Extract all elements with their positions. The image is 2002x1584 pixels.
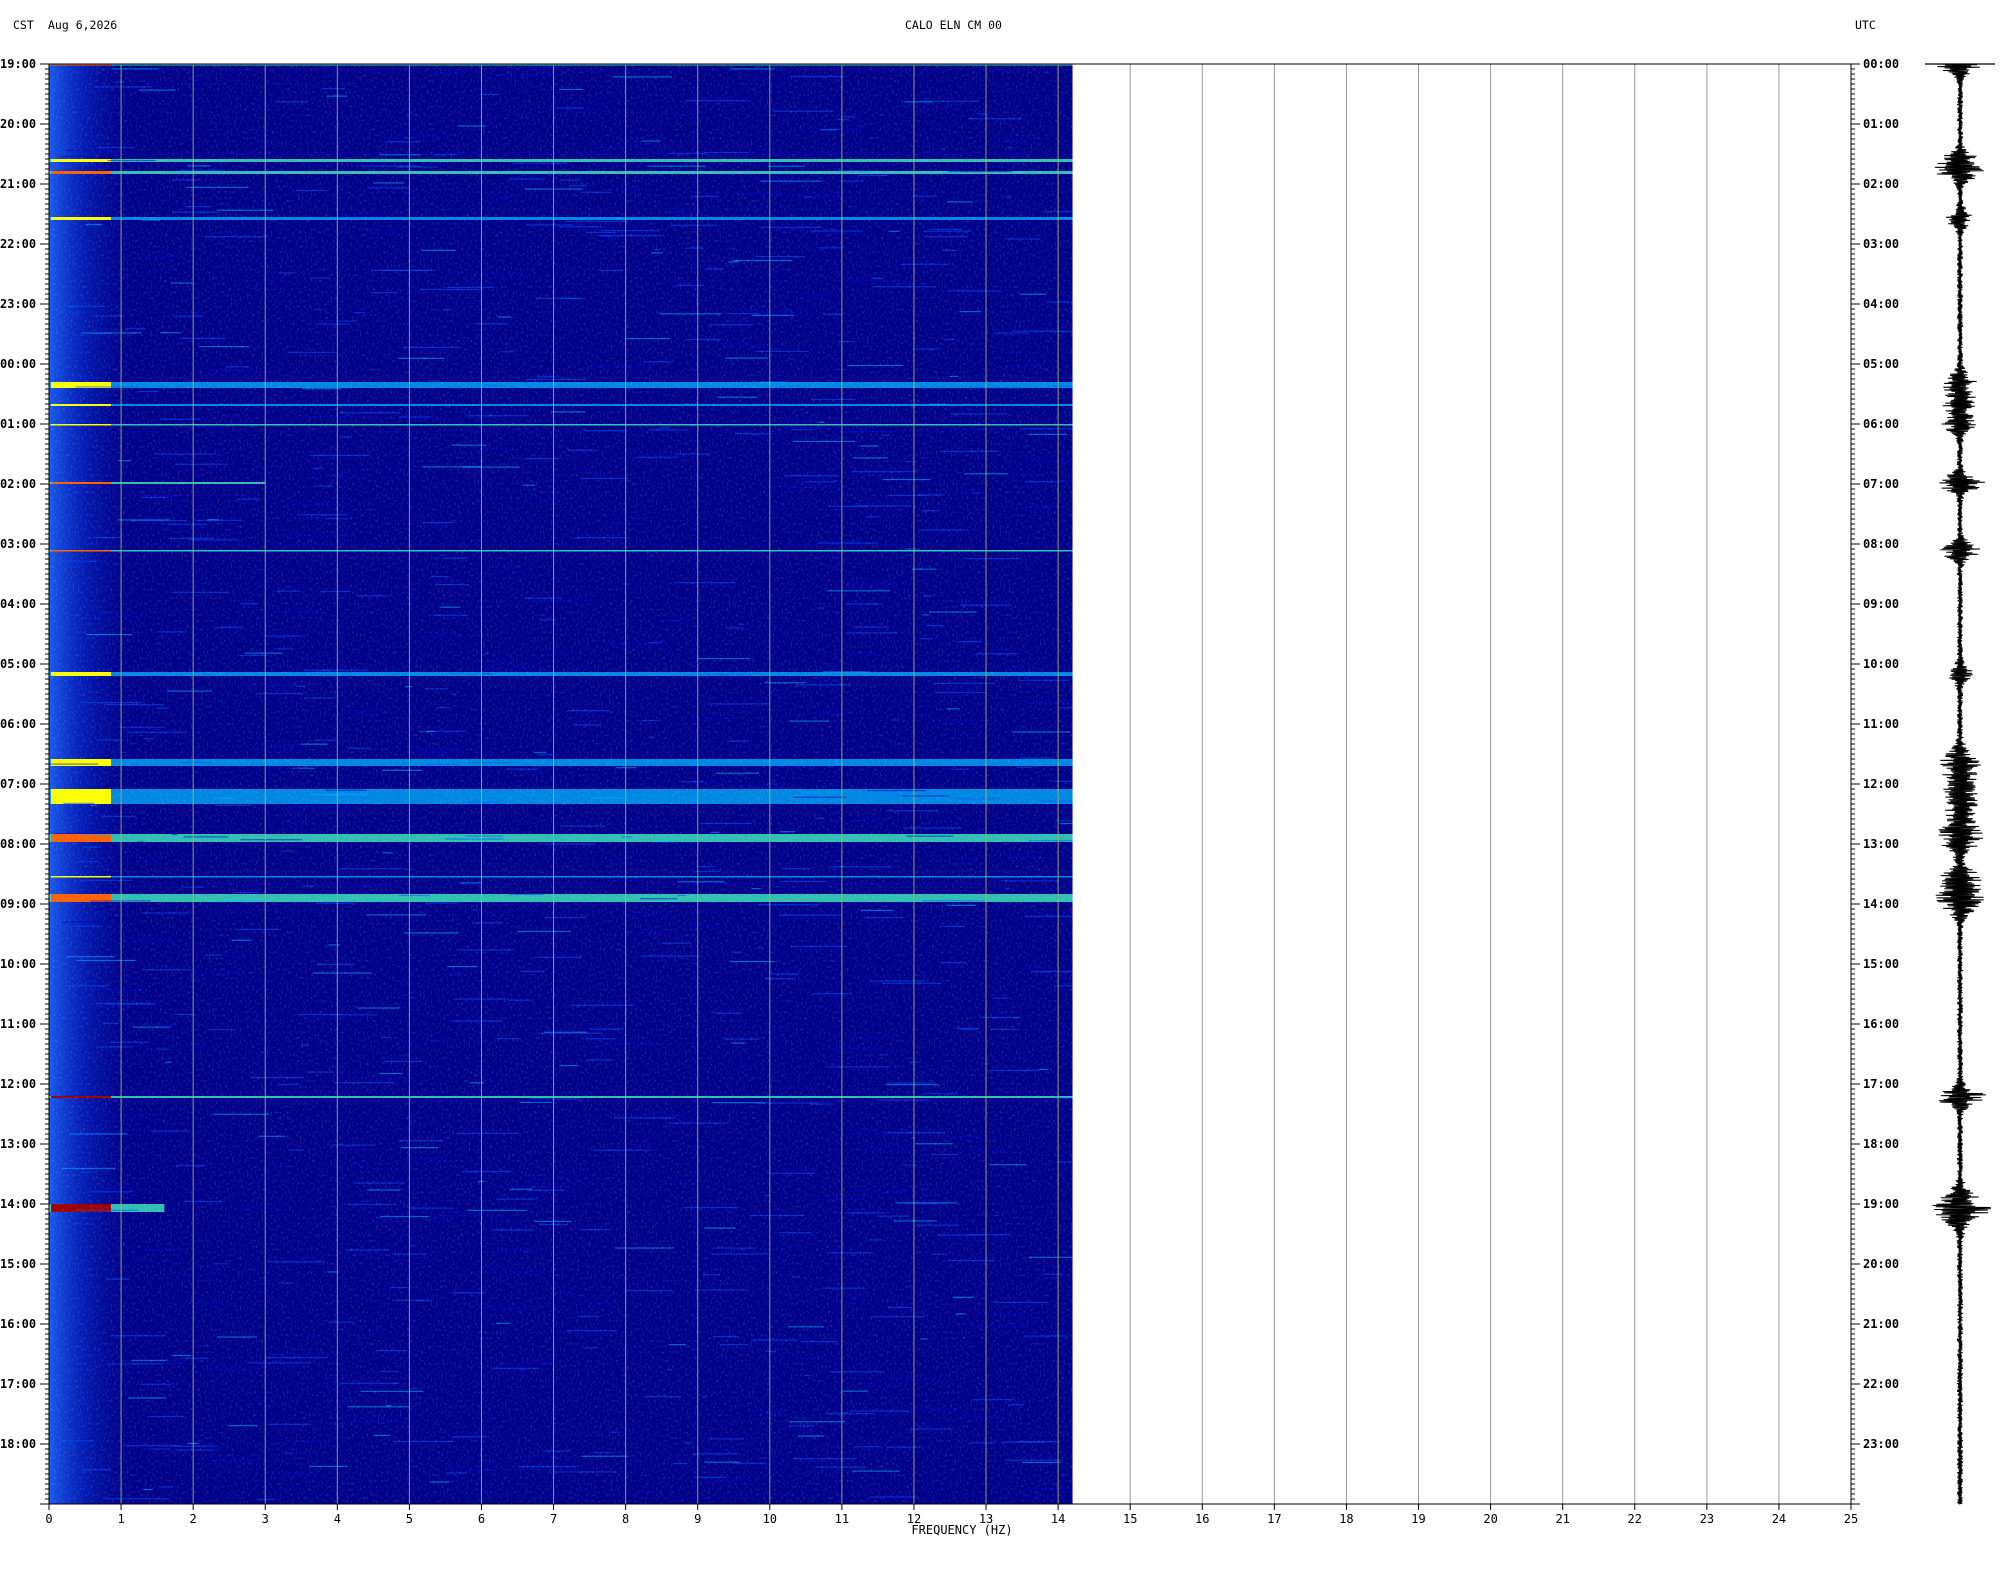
frequency-tick-label: 1 <box>117 1512 124 1526</box>
frequency-tick-label: 16 <box>1195 1512 1209 1526</box>
right-time-label: 02:00 <box>1863 177 1899 191</box>
left-time-label: 23:00 <box>0 297 36 311</box>
frequency-tick-label: 7 <box>550 1512 557 1526</box>
left-time-label: 03:00 <box>0 537 36 551</box>
frequency-tick-label: 14 <box>1051 1512 1065 1526</box>
right-time-label: 14:00 <box>1863 897 1899 911</box>
left-time-label: 07:00 <box>0 777 36 791</box>
right-time-label: 21:00 <box>1863 1317 1899 1331</box>
right-time-label: 20:00 <box>1863 1257 1899 1271</box>
frequency-tick-label: 22 <box>1628 1512 1642 1526</box>
frequency-tick-label: 5 <box>406 1512 413 1526</box>
right-time-label: 09:00 <box>1863 597 1899 611</box>
left-time-label: 21:00 <box>0 177 36 191</box>
left-time-label: 17:00 <box>0 1377 36 1391</box>
frequency-tick-label: 21 <box>1555 1512 1569 1526</box>
right-time-label: 06:00 <box>1863 417 1899 431</box>
left-time-label: 22:00 <box>0 237 36 251</box>
left-time-label: 12:00 <box>0 1077 36 1091</box>
right-time-label: 12:00 <box>1863 777 1899 791</box>
left-time-label: 10:00 <box>0 957 36 971</box>
frequency-tick-label: 17 <box>1267 1512 1281 1526</box>
left-time-label: 00:00 <box>0 357 36 371</box>
frequency-tick-label: 4 <box>334 1512 341 1526</box>
left-time-label: 01:00 <box>0 417 36 431</box>
left-time-label: 14:00 <box>0 1197 36 1211</box>
right-time-label: 00:00 <box>1863 57 1899 71</box>
spectrogram-chart: 19:00 20:00 21:00 22:00 23:00 00:00 01:00 02:00… <box>0 57 1995 1537</box>
frequency-tick-label: 0 <box>45 1512 52 1526</box>
frequency-tick-label: 11 <box>835 1512 849 1526</box>
right-time-label: 22:00 <box>1863 1377 1899 1391</box>
left-time-label: 04:00 <box>0 597 36 611</box>
right-time-label: 13:00 <box>1863 837 1899 851</box>
frequency-tick-label: 25 <box>1844 1512 1858 1526</box>
frequency-tick-label: 3 <box>262 1512 269 1526</box>
frequency-tick-label: 15 <box>1123 1512 1137 1526</box>
frequency-tick-label: 6 <box>478 1512 485 1526</box>
frequency-tick-label: 10 <box>763 1512 777 1526</box>
left-time-label: 05:00 <box>0 657 36 671</box>
right-time-label: 05:00 <box>1863 357 1899 371</box>
left-time-label: 20:00 <box>0 117 36 131</box>
left-time-label: 08:00 <box>0 837 36 851</box>
right-time-label: 17:00 <box>1863 1077 1899 1091</box>
right-time-label: 07:00 <box>1863 477 1899 491</box>
left-time-label: 02:00 <box>0 477 36 491</box>
right-time-label: 18:00 <box>1863 1137 1899 1151</box>
right-time-label: 08:00 <box>1863 537 1899 551</box>
frequency-tick-label: 9 <box>694 1512 701 1526</box>
left-time-label: 11:00 <box>0 1017 36 1031</box>
left-time-label: 18:00 <box>0 1437 36 1451</box>
left-time-label: 15:00 <box>0 1257 36 1271</box>
left-time-label: 16:00 <box>0 1317 36 1331</box>
right-time-axis: 00:00 01:00 02:00 03:00 04:00 05:00 06:00 07:00… <box>1851 57 1899 1505</box>
frequency-axis: 0 1 2 3 4 5 6 7 8 9 10 11 12 13 14 15 16 17 18 19 20 21 22 23 24… <box>45 1504 1858 1537</box>
right-time-label: 11:00 <box>1863 717 1899 731</box>
right-time-label: 01:00 <box>1863 117 1899 131</box>
frequency-tick-label: 24 <box>1772 1512 1786 1526</box>
frequency-tick-label: 8 <box>622 1512 629 1526</box>
right-time-label: 10:00 <box>1863 657 1899 671</box>
left-time-label: 19:00 <box>0 57 36 71</box>
frequency-tick-label: 18 <box>1339 1512 1353 1526</box>
noise-texture <box>49 64 1073 1504</box>
left-time-axis: 19:00 20:00 21:00 22:00 23:00 00:00 01:00 02:00… <box>0 57 49 1505</box>
seismogram-path <box>1932 63 1991 1505</box>
right-time-label: 15:00 <box>1863 957 1899 971</box>
spectrogram-noise <box>49 64 1073 1504</box>
left-time-label: 13:00 <box>0 1137 36 1151</box>
right-time-label: 19:00 <box>1863 1197 1899 1211</box>
seismogram-trace <box>1925 63 1995 1505</box>
frequency-tick-label: 2 <box>190 1512 197 1526</box>
left-time-label: 06:00 <box>0 717 36 731</box>
left-time-label: 09:00 <box>0 897 36 911</box>
right-time-label: 23:00 <box>1863 1437 1899 1451</box>
frequency-tick-label: 20 <box>1483 1512 1497 1526</box>
x-axis-label: FREQUENCY (HZ) <box>911 1523 1012 1537</box>
right-time-label: 04:00 <box>1863 297 1899 311</box>
right-time-label: 16:00 <box>1863 1017 1899 1031</box>
right-time-label: 03:00 <box>1863 237 1899 251</box>
frequency-tick-label: 19 <box>1411 1512 1425 1526</box>
frequency-tick-label: 23 <box>1700 1512 1714 1526</box>
